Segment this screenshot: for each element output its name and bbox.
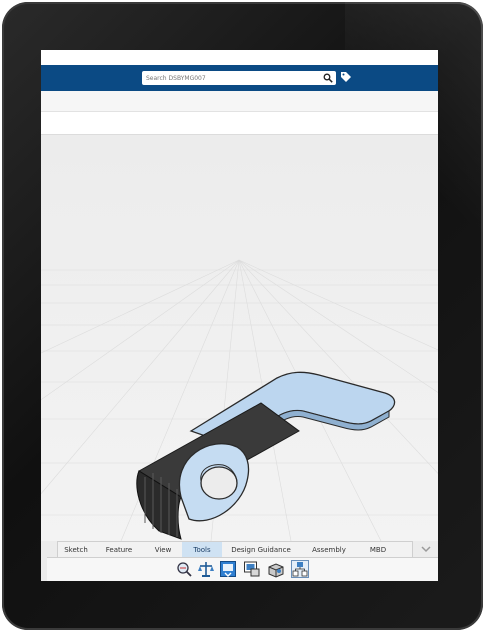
secondary-toolbar: [41, 112, 438, 135]
tablet-device: Sketch Feature View Tools Design Guidanc…: [0, 0, 487, 633]
mass-properties-icon[interactable]: [197, 560, 215, 578]
menu-toolbar: [41, 91, 438, 112]
interference-icon[interactable]: [267, 560, 285, 578]
header-bar: [41, 65, 438, 91]
top-white-strip: [41, 50, 438, 65]
app-screen: Sketch Feature View Tools Design Guidanc…: [41, 50, 438, 581]
chevron-down-icon[interactable]: [419, 542, 433, 556]
graphics-viewport[interactable]: [41, 135, 438, 541]
tag-icon[interactable]: [340, 71, 352, 83]
search-icon[interactable]: [323, 73, 333, 83]
tab-assembly[interactable]: Assembly: [300, 542, 358, 558]
tools-command-panel: [47, 557, 438, 581]
pivot-hole: [200, 466, 238, 500]
tab-feature[interactable]: Feature: [94, 542, 144, 558]
tab-tools[interactable]: Tools: [182, 542, 222, 558]
model-scene: [41, 259, 438, 541]
tab-design-guidance[interactable]: Design Guidance: [222, 542, 300, 558]
search-input[interactable]: [146, 71, 316, 85]
lever-part[interactable]: [136, 371, 396, 540]
assembly-structure-icon[interactable]: [291, 560, 309, 578]
search-box[interactable]: [142, 71, 336, 85]
compare-icon[interactable]: [219, 560, 237, 578]
tab-view[interactable]: View: [144, 542, 182, 558]
sensor-icon[interactable]: [243, 560, 261, 578]
measure-icon[interactable]: [175, 560, 193, 578]
tab-sketch[interactable]: Sketch: [58, 542, 94, 558]
command-manager-tabs: Sketch Feature View Tools Design Guidanc…: [57, 541, 413, 558]
tab-mbd[interactable]: MBD: [358, 542, 398, 558]
